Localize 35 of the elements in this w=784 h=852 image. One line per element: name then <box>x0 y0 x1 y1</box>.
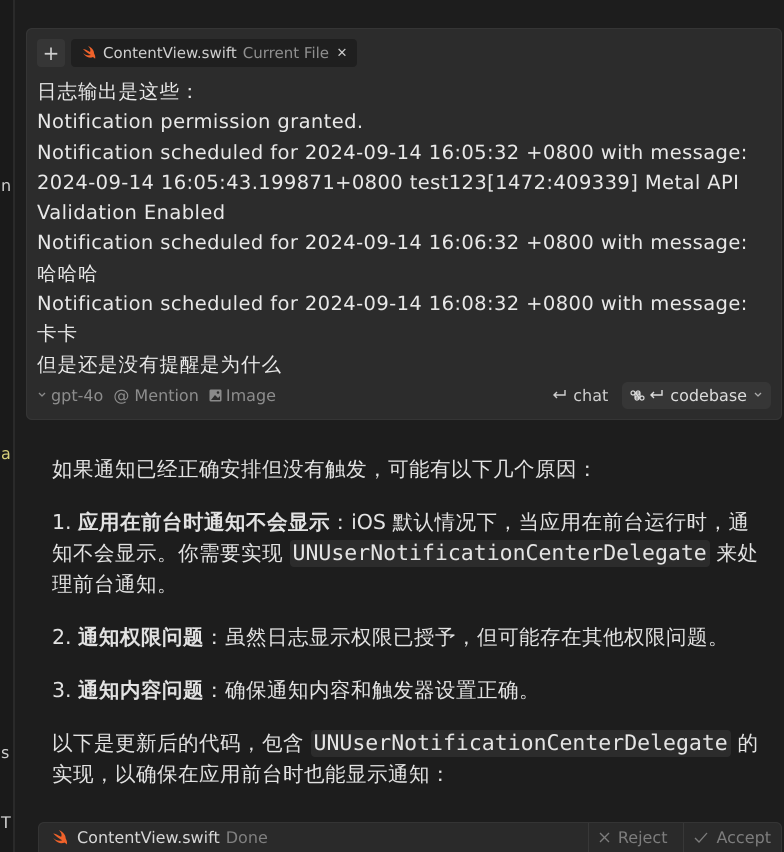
context-chip[interactable]: ContentView.swift Current File × <box>71 39 357 67</box>
close-icon <box>598 832 610 844</box>
file-name: ContentView.swift <box>103 44 237 62</box>
code-fragment: s <box>1 742 10 764</box>
check-icon <box>694 832 708 844</box>
command-return-icon <box>630 388 664 402</box>
message-line: Notification scheduled for 2024-09-14 16:08:32 +0800 with message: <box>37 291 749 318</box>
response-paragraph: 如果通知已经正确安排但没有触发，可能有以下几个原因： <box>52 456 599 483</box>
response-paragraph: 3. 通知内容问题：确保通知内容和触发器设置正确。 <box>52 676 542 704</box>
response-paragraph: 2. 通知权限问题：虽然日志显示权限已授予，但可能存在其他权限问题。 <box>52 624 730 651</box>
image-button[interactable]: Image <box>208 386 276 405</box>
response-paragraph: 以下是更新后的代码，包含 UNUserNotificationCenterDelegate 的实现，以确保在应用前台时也能显示通知： <box>52 728 760 788</box>
message-line: 但是还是没有提醒是为什么 <box>37 352 283 378</box>
status-label: Done <box>226 828 268 848</box>
message-line: Notification permission granted. <box>37 109 364 136</box>
swift-icon <box>81 45 97 61</box>
code-fragment: T <box>1 812 11 834</box>
chat-button[interactable]: chat <box>547 386 612 405</box>
image-icon <box>208 388 222 402</box>
message-line: Notification scheduled for 2024-09-14 16:06:32 +0800 with message: <box>37 230 749 256</box>
message-line: 日志输出是这些： <box>37 79 202 105</box>
message-line: 2024-09-14 16:05:43.199871+0800 test123[1472:409339] Metal API Validation Enabled <box>37 170 740 226</box>
code-fragment: a <box>1 443 11 465</box>
message-line: Notification scheduled for 2024-09-14 16:05:32 +0800 with message: <box>37 140 749 166</box>
add-context-button[interactable]: + <box>37 39 65 67</box>
message-line: 哈哈哈 <box>37 260 100 287</box>
file-name: ContentView.swift <box>77 828 220 848</box>
file-label: Current File <box>242 44 330 62</box>
model-selector[interactable]: gpt-4o <box>37 386 104 405</box>
code-fragment: n <box>1 175 12 197</box>
response-paragraph: 1. 应用在前台时通知不会显示：iOS 默认情况下，当应用在前台运行时，通知不会显示。你需要实现 UNUserNotificationCenterDelegate 来处理前台通知。 <box>52 508 760 598</box>
codebase-button[interactable]: codebase <box>622 382 771 409</box>
close-button[interactable]: × <box>335 43 347 63</box>
mention-button[interactable]: @ Mention <box>113 386 199 405</box>
message-line: 卡卡 <box>37 321 79 348</box>
